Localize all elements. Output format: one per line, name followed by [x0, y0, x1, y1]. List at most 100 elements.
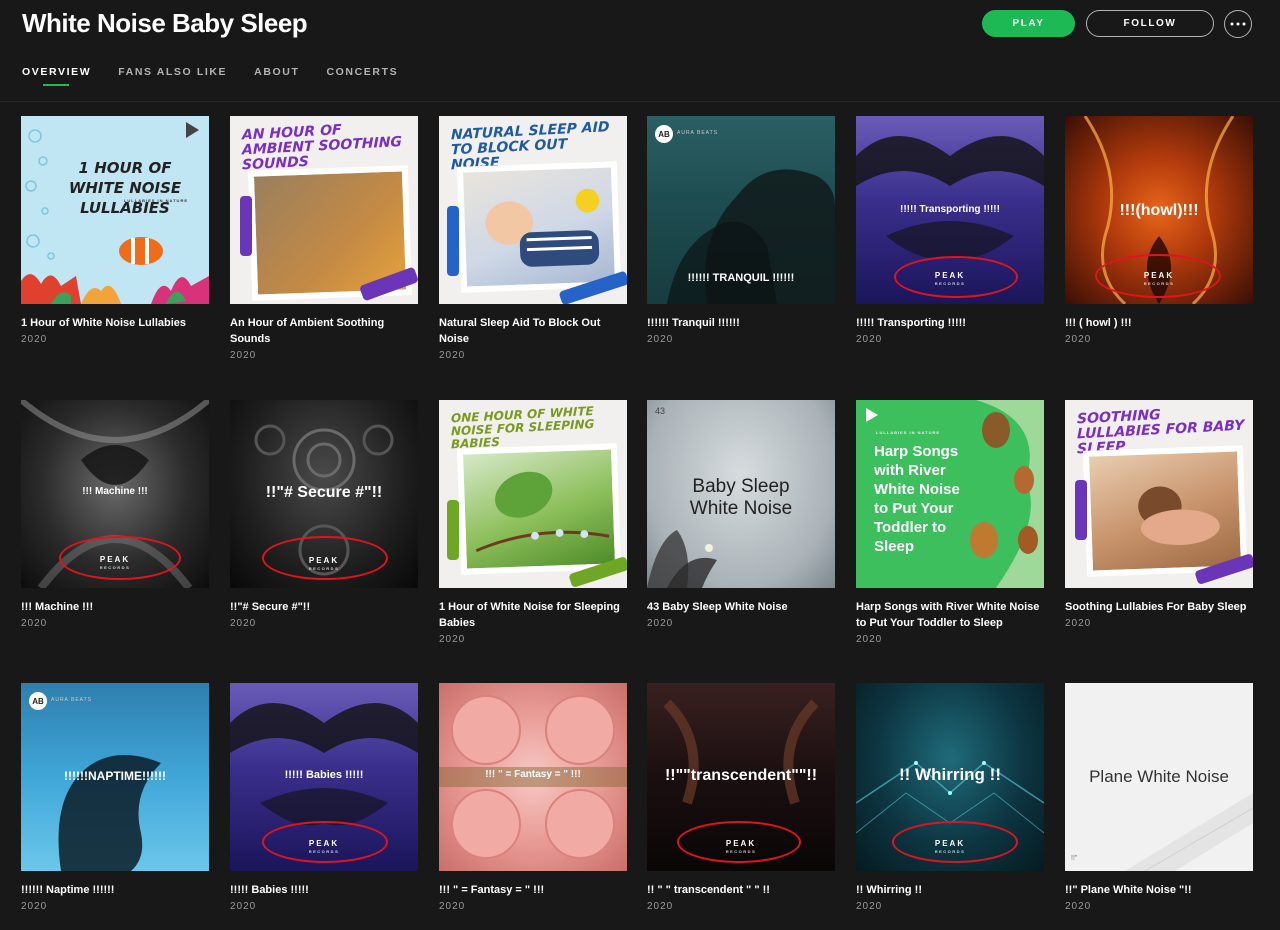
album-year: 2020	[1065, 901, 1092, 912]
album-card[interactable]: !!! " = Fantasy = " !!! !!! " = Fantasy …	[439, 683, 627, 912]
album-cover[interactable]: !!""transcendent""!! PEAK RECORDS	[647, 683, 835, 871]
album-title[interactable]: !! Whirring !!	[856, 882, 1044, 898]
album-year: 2020	[856, 334, 883, 345]
album-card[interactable]: SOOTHING LULLABIES FOR BABY SLEEP Soothi…	[1065, 400, 1253, 629]
album-year: 2020	[856, 901, 883, 912]
album-title[interactable]: !!!!! Transporting !!!!!	[856, 315, 1044, 331]
cover-title: !!!!! Transporting !!!!!	[900, 204, 1000, 215]
album-title[interactable]: Natural Sleep Aid To Block Out Noise	[439, 315, 627, 347]
cover-title: !!!!!!NAPTIME!!!!!!	[64, 769, 166, 783]
album-year: 2020	[856, 634, 883, 645]
album-card[interactable]: 43 Baby Sleep White Noise 43 Baby Sleep …	[647, 400, 835, 629]
flower-art	[647, 530, 717, 588]
album-cover[interactable]: Plane White Noise !!"	[1065, 683, 1253, 871]
album-title[interactable]: Harp Songs with River White Noise to Put…	[856, 599, 1044, 631]
album-year: 2020	[439, 901, 466, 912]
album-cover[interactable]: !!! Machine !!! PEAK RECORDS	[21, 400, 209, 588]
album-title[interactable]: !!! ( howl ) !!!	[1065, 315, 1253, 331]
album-card[interactable]: !! Whirring !! PEAK RECORDS !! Whirring !…	[856, 683, 1044, 912]
album-title[interactable]: !!!!! Babies !!!!!	[230, 882, 418, 898]
album-title[interactable]: !!!!!! Naptime !!!!!!	[21, 882, 209, 898]
album-year: 2020	[647, 334, 674, 345]
aura-beats-logo: AB	[655, 125, 673, 143]
album-year: 2020	[647, 618, 674, 629]
tab-about[interactable]: ABOUT	[254, 66, 299, 78]
cover-title: !! Whirring !!	[899, 765, 1001, 784]
more-options-button[interactable]	[1224, 10, 1252, 38]
album-cover[interactable]: 43 Baby Sleep White Noise	[647, 400, 835, 588]
album-title[interactable]: !!"# Secure #"!!	[230, 599, 418, 615]
cover-title: 1 HOUR OF WHITE NOISE LULLABIES	[68, 159, 182, 217]
album-year: 2020	[230, 901, 257, 912]
album-title[interactable]: 1 Hour of White Noise Lullabies	[21, 315, 209, 331]
album-cover[interactable]: LULLABIES IN NATURE Harp Songs with Rive…	[856, 400, 1044, 588]
album-card[interactable]: !!""transcendent""!! PEAK RECORDS !! " " …	[647, 683, 835, 912]
album-card[interactable]: !!"# Secure #"!! PEAK RECORDS !!"# Secure…	[230, 400, 418, 629]
artist-title: White Noise Baby Sleep	[22, 8, 308, 38]
cover-title: Plane White Noise	[1089, 767, 1229, 786]
album-title[interactable]: Soothing Lullabies For Baby Sleep	[1065, 599, 1253, 615]
album-cover[interactable]: ONE HOUR OF WHITE NOISE FOR SLEEPING BAB…	[439, 400, 627, 588]
album-title[interactable]: 43 Baby Sleep White Noise	[647, 599, 835, 615]
album-card[interactable]: !!! Machine !!! PEAK RECORDS !!! Machine …	[21, 400, 209, 629]
album-card[interactable]: ONE HOUR OF WHITE NOISE FOR SLEEPING BAB…	[439, 400, 627, 645]
cover-title: !!!!!! TRANQUIL !!!!!!	[687, 272, 795, 284]
play-button[interactable]: PLAY	[982, 10, 1075, 37]
album-title[interactable]: !!!!!! Tranquil !!!!!!	[647, 315, 835, 331]
album-cover[interactable]: AB AURA BEATS !!!!!! TRANQUIL !!!!!!	[647, 116, 835, 304]
cover-photo	[456, 161, 622, 293]
album-card[interactable]: AB AURA BEATS !!!!!! TRANQUIL !!!!!! !!!…	[647, 116, 835, 345]
leaf-illustration	[475, 471, 610, 553]
album-title[interactable]: An Hour of Ambient Soothing Sounds	[230, 315, 418, 347]
album-card[interactable]: !!!!! Babies !!!!! PEAK RECORDS !!!!! Bab…	[230, 683, 418, 912]
red-circle-annotation	[59, 536, 181, 580]
album-cover[interactable]: !! Whirring !! PEAK RECORDS	[856, 683, 1044, 871]
album-title[interactable]: !!! " = Fantasy = " !!!	[439, 882, 627, 898]
album-card[interactable]: LULLABIES IN NATURE Harp Songs with Rive…	[856, 400, 1044, 645]
album-cover[interactable]: SOOTHING LULLABIES FOR BABY SLEEP	[1065, 400, 1253, 588]
tab-concerts[interactable]: CONCERTS	[326, 66, 398, 78]
album-year: 2020	[647, 901, 674, 912]
cover-title: Harp Songs with River White Noise to Put…	[874, 443, 960, 555]
cover-title: !!!!! Babies !!!!!	[284, 769, 364, 781]
album-title[interactable]: !!" Plane White Noise "!!	[1065, 882, 1253, 898]
red-circle-annotation	[892, 821, 1018, 863]
album-cover[interactable]: !!!(howl)!!! PEAK RECORDS	[1065, 116, 1253, 304]
red-circle-annotation	[1095, 254, 1221, 298]
album-card[interactable]: AB AURA BEATS !!!!!!NAPTIME!!!!!! !!!!!!…	[21, 683, 209, 912]
cover-title: !!!(howl)!!!	[1119, 202, 1199, 219]
album-cover[interactable]: !!!!! Babies !!!!! PEAK RECORDS	[230, 683, 418, 871]
album-card[interactable]: !!!!! Transporting !!!!! PEAK RECORDS !!!…	[856, 116, 1044, 345]
album-card[interactable]: NATURAL SLEEP AID TO BLOCK OUT NOISE Nat…	[439, 116, 627, 361]
follow-button[interactable]: FOLLOW	[1086, 10, 1214, 37]
album-cover[interactable]: AN HOUR OF AMBIENT SOOTHING SOUNDS	[230, 116, 418, 304]
artist-header: White Noise Baby Sleep PLAY FOLLOW OVERV…	[0, 0, 1280, 102]
album-card[interactable]: Plane White Noise !!" !!" Plane White No…	[1065, 683, 1253, 912]
album-cover[interactable]: 1 HOUR OF WHITE NOISE LULLABIES LULLABIE…	[21, 116, 209, 304]
album-cover[interactable]: AB AURA BEATS !!!!!!NAPTIME!!!!!!	[21, 683, 209, 871]
album-card[interactable]: !!!(howl)!!! PEAK RECORDS !!! ( howl ) !!…	[1065, 116, 1253, 345]
brush-stroke	[240, 196, 252, 256]
cover-title: !!! Machine !!!	[82, 486, 148, 497]
album-year: 2020	[1065, 334, 1092, 345]
red-circle-annotation	[677, 821, 801, 863]
tab-fans-also-like[interactable]: FANS ALSO LIKE	[118, 66, 227, 78]
red-circle-annotation	[894, 256, 1018, 298]
cover-photo	[456, 443, 622, 575]
album-cover[interactable]: NATURAL SLEEP AID TO BLOCK OUT NOISE	[439, 116, 627, 304]
red-circle-annotation	[262, 821, 388, 863]
aura-beats-label: AURA BEATS	[51, 697, 93, 703]
album-card[interactable]: AN HOUR OF AMBIENT SOOTHING SOUNDS An Ho…	[230, 116, 418, 361]
album-cover[interactable]: !!"# Secure #"!! PEAK RECORDS	[230, 400, 418, 588]
album-card[interactable]: 1 HOUR OF WHITE NOISE LULLABIES LULLABIE…	[21, 116, 209, 345]
album-cover[interactable]: !!!!! Transporting !!!!! PEAK RECORDS	[856, 116, 1044, 304]
artist-tabs: OVERVIEW FANS ALSO LIKE ABOUT CONCERTS	[22, 66, 398, 86]
baby-illustration	[485, 188, 600, 267]
tab-overview[interactable]: OVERVIEW	[22, 66, 91, 86]
album-title[interactable]: !!! Machine !!!	[21, 599, 209, 615]
album-title[interactable]: !! " " transcendent " " !!	[647, 882, 835, 898]
album-cover[interactable]: !!! " = Fantasy = " !!!	[439, 683, 627, 871]
album-title[interactable]: 1 Hour of White Noise for Sleeping Babie…	[439, 599, 627, 631]
album-year: 2020	[439, 634, 466, 645]
brush-stroke	[1075, 480, 1087, 540]
